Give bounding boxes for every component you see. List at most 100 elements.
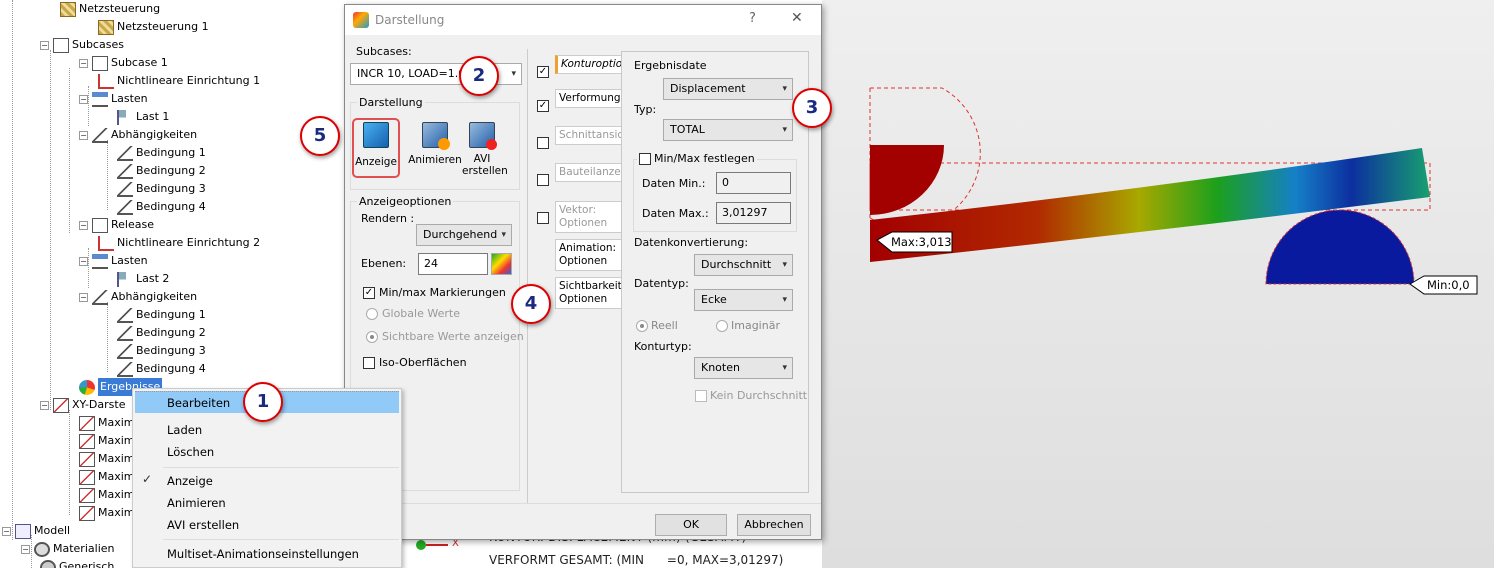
minmax-markierungen-checkbox[interactable]: ✓ Min/max Markierungen: [363, 286, 506, 299]
ebenen-input[interactable]: 24: [418, 253, 488, 275]
tree-item[interactable]: Netzsteuerung: [60, 0, 160, 18]
tab-konturoptionen[interactable]: Konturoptionen: [555, 55, 642, 74]
checkbox-unchecked-icon[interactable]: [537, 212, 549, 224]
menu-item-animieren[interactable]: Animieren: [135, 492, 399, 514]
checkbox-unchecked-icon[interactable]: [537, 174, 549, 186]
collapse-toggle-icon[interactable]: −: [79, 292, 88, 302]
iso-oberflaechen-checkbox[interactable]: Iso-Oberflächen: [363, 356, 467, 369]
tab-bauteilanzeige[interactable]: Bauteilanzeige: [555, 163, 637, 182]
menu-item-laden[interactable]: Laden: [135, 419, 399, 441]
avi-erstellen-button[interactable]: AVI erstellen: [460, 118, 508, 188]
radio-selected-icon: [636, 319, 648, 332]
tree-item[interactable]: Nichtlineare Einrichtung 2: [98, 234, 260, 252]
tree-item[interactable]: − Abhängigkeiten: [79, 288, 197, 306]
animieren-button[interactable]: Animieren: [407, 118, 463, 178]
tab-schnittansicht[interactable]: Schnittansicht: [555, 126, 634, 145]
close-button[interactable]: ✕: [791, 10, 803, 26]
collapse-toggle-icon[interactable]: −: [2, 526, 11, 536]
tree-item[interactable]: Maxim: [79, 486, 135, 504]
help-button[interactable]: ?: [749, 11, 756, 26]
tree-item[interactable]: Bedingung 2: [117, 162, 206, 180]
tree-item[interactable]: Bedingung 3: [117, 180, 206, 198]
tree-item[interactable]: − Abhängigkeiten: [79, 126, 197, 144]
typ-select[interactable]: TOTAL ▾: [663, 119, 793, 141]
abbrechen-button[interactable]: Abbrechen: [737, 514, 811, 536]
tree-item[interactable]: Maxim: [79, 414, 135, 432]
tab-sichtbarkeit-optionen[interactable]: Sichtbarkeit: Optionen: [555, 277, 625, 309]
kein-durchschnitt-checkbox[interactable]: Kein Durchschnitt: [695, 389, 807, 402]
ergebnis-select[interactable]: Displacement ▾: [663, 78, 793, 100]
checkbox-unchecked-icon[interactable]: [537, 137, 549, 149]
tree-item-label: Materialien: [53, 542, 115, 555]
subcases-label: Subcases:: [356, 45, 412, 58]
menu-item-anzeige[interactable]: Anzeige: [135, 470, 399, 492]
konturtyp-select[interactable]: Knoten ▾: [694, 357, 793, 379]
checkbox-checked-icon[interactable]: ✓: [537, 66, 549, 78]
tree-item[interactable]: Bedingung 4: [117, 198, 206, 216]
datentyp-select[interactable]: Ecke ▾: [694, 289, 793, 311]
tree-item[interactable]: − Modell: [2, 522, 70, 540]
tree-item[interactable]: Bedingung 1: [117, 144, 206, 162]
sichtbare-werte-radio[interactable]: Sichtbare Werte anzeigen: [366, 330, 524, 343]
tree-item[interactable]: Nichtlineare Einrichtung 1: [98, 72, 260, 90]
tree-item[interactable]: − Subcase 1: [79, 54, 168, 72]
tree-item[interactable]: Netzsteuerung 1: [98, 18, 209, 36]
tree-item[interactable]: Bedingung 4: [117, 360, 206, 378]
constraint-icon: [117, 361, 133, 377]
tree-item[interactable]: Bedingung 3: [117, 342, 206, 360]
collapse-toggle-icon[interactable]: −: [40, 400, 49, 410]
dialog-titlebar[interactable]: Darstellung ? ✕: [345, 5, 821, 35]
tree-item[interactable]: Last 2: [117, 270, 169, 288]
tree-item-label: Maxim: [98, 488, 135, 501]
tree-item[interactable]: − XY-Darste: [40, 396, 125, 414]
menu-item-multiset-animation[interactable]: Multiset-Animationseinstellungen: [135, 543, 399, 565]
tree-item[interactable]: − Subcases: [40, 36, 124, 54]
reell-radio[interactable]: Reell: [636, 319, 678, 332]
material-icon: [40, 559, 56, 568]
daten-max-input[interactable]: 3,01297: [716, 202, 791, 224]
daten-min-input[interactable]: 0: [716, 172, 791, 194]
tab-animation-optionen[interactable]: Animation: Optionen: [555, 239, 623, 271]
tab-vektor-optionen[interactable]: Vektor: Optionen: [555, 201, 623, 233]
tree-item[interactable]: Maxim: [79, 432, 135, 450]
imaginaer-radio[interactable]: Imaginär: [716, 319, 780, 332]
anzeige-button[interactable]: Anzeige: [352, 118, 400, 178]
rendern-select[interactable]: Durchgehend ▾: [416, 224, 512, 246]
darstellung-group-label: Darstellung: [357, 96, 425, 109]
tree-item[interactable]: − Lasten: [79, 252, 148, 270]
collapse-toggle-icon[interactable]: −: [21, 544, 30, 554]
collapse-toggle-icon[interactable]: −: [79, 256, 88, 266]
document-icon: [92, 217, 108, 233]
tree-item[interactable]: − Materialien: [21, 540, 114, 558]
globale-werte-radio[interactable]: Globale Werte: [366, 307, 460, 320]
callout-4: 4: [511, 284, 551, 324]
daten-max-label: Daten Max.:: [642, 207, 709, 220]
color-palette-icon[interactable]: [491, 253, 512, 275]
divider: [527, 49, 528, 504]
tree-item[interactable]: − Lasten: [79, 90, 148, 108]
tree-item[interactable]: Maxim: [79, 504, 135, 522]
menu-item-loeschen[interactable]: Löschen: [135, 441, 399, 463]
tree-item[interactable]: Bedingung 2: [117, 324, 206, 342]
collapse-toggle-icon[interactable]: −: [79, 94, 88, 104]
tab-verformungsoptionen[interactable]: Verformungsoptionen: [555, 89, 672, 108]
collapse-toggle-icon[interactable]: −: [79, 130, 88, 140]
max-value-label: Max:3,013: [891, 235, 952, 249]
menu-item-avi-erstellen[interactable]: AVI erstellen: [135, 514, 399, 536]
tree-item[interactable]: Maxim: [79, 450, 135, 468]
checkbox-checked-icon[interactable]: ✓: [537, 100, 549, 112]
datenkonvertierung-select[interactable]: Durchschnitt ▾: [694, 254, 793, 276]
tree-item[interactable]: − Release: [79, 216, 154, 234]
tree-item[interactable]: Bedingung 1: [117, 306, 206, 324]
collapse-toggle-icon[interactable]: −: [79, 58, 88, 68]
tree-item[interactable]: Maxim: [79, 468, 135, 486]
tree-item[interactable]: Generisch: [40, 558, 114, 568]
min-value-label: Min:0,0: [1427, 278, 1470, 292]
minmax-festlegen-checkbox[interactable]: Min/Max festlegen: [637, 152, 757, 165]
tree-item[interactable]: Last 1: [117, 108, 169, 126]
collapse-toggle-icon[interactable]: −: [40, 40, 49, 50]
chevron-down-icon: ▾: [511, 69, 516, 79]
ergebnis-select-value: Displacement: [670, 82, 746, 95]
ok-button[interactable]: OK: [655, 514, 727, 536]
collapse-toggle-icon[interactable]: −: [79, 220, 88, 230]
